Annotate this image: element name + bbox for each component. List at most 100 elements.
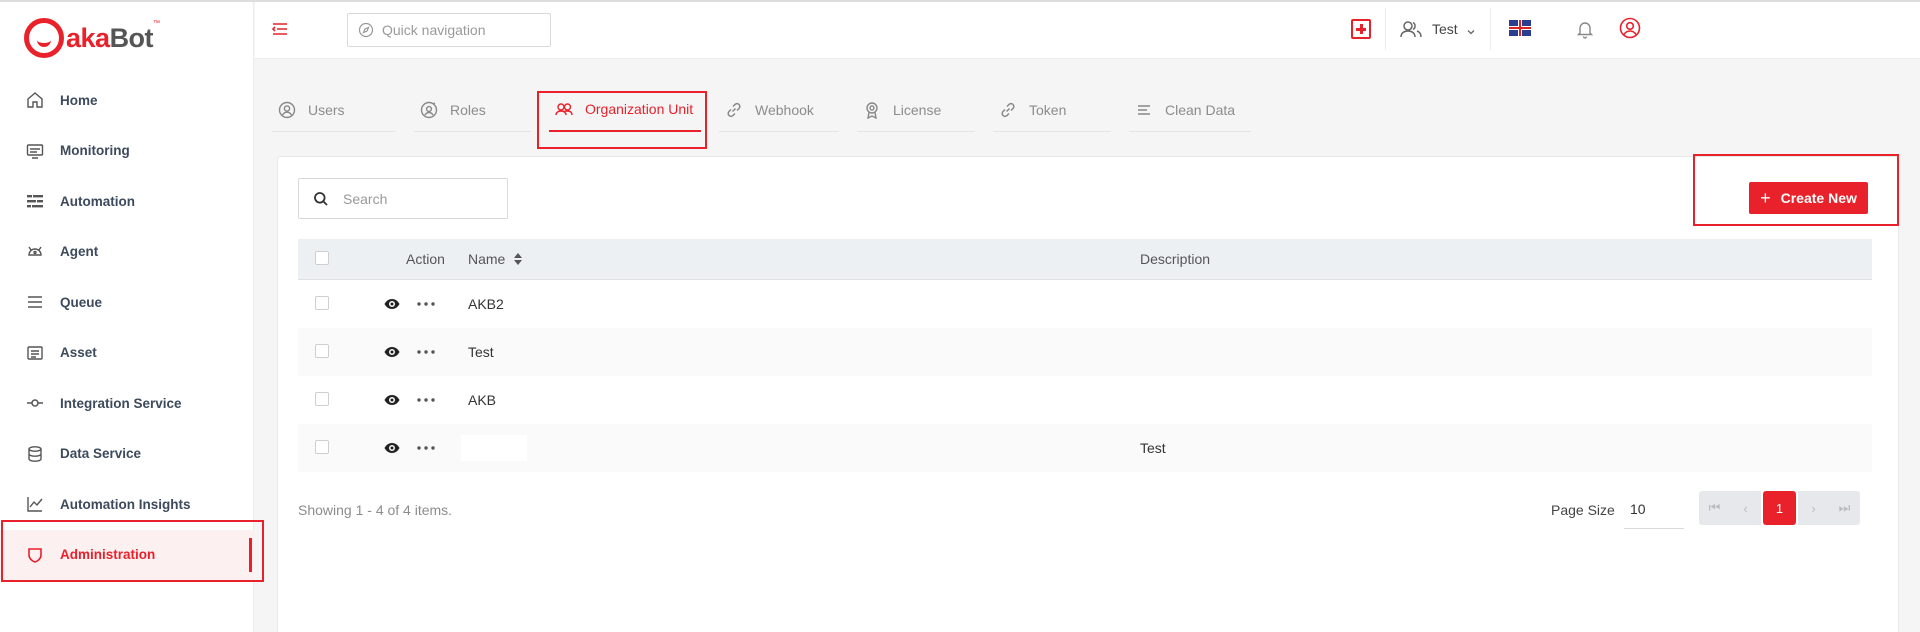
chart-icon [26, 495, 44, 513]
page-size-label: Page Size [1551, 502, 1615, 518]
tab-webhook[interactable]: Webhook [719, 88, 839, 132]
sidebar-item-label: Queue [60, 294, 103, 310]
sidebar-item-automation-insights[interactable]: Automation Insights [0, 479, 254, 530]
sidebar-item-label: Asset [60, 345, 97, 361]
tab-label: Clean Data [1165, 101, 1236, 118]
divider [1490, 8, 1491, 50]
sidebar-item-home[interactable]: Home [0, 75, 254, 126]
user-menu[interactable]: Test [1400, 16, 1476, 42]
column-name-label: Name [468, 251, 506, 267]
more-options-icon[interactable] [416, 392, 436, 408]
divider [1385, 8, 1386, 50]
user-icon [278, 101, 296, 119]
sidebar-item-monitoring[interactable]: Monitoring [0, 126, 254, 177]
row-checkbox[interactable] [315, 439, 329, 454]
redacted-name [461, 435, 527, 461]
sort-icon[interactable] [513, 252, 523, 266]
topbar [255, 2, 1920, 59]
menu-toggle-icon[interactable] [271, 20, 289, 38]
pagination: ⏮ ‹ 1 › ⏭ [1699, 491, 1860, 525]
sidebar-item-automation[interactable]: Automation [0, 176, 254, 227]
cell-name: AKB2 [468, 296, 504, 312]
compass-icon [358, 22, 374, 38]
sidebar-item-integration-service[interactable]: Integration Service [0, 378, 254, 429]
tab-organization-unit[interactable]: Organization Unit [549, 88, 701, 132]
org-unit-icon [555, 100, 573, 118]
last-page-icon[interactable]: ⏭ [1829, 491, 1860, 525]
quick-navigation-input[interactable] [382, 22, 542, 38]
table-row: AKB [298, 376, 1872, 424]
tab-users[interactable]: Users [272, 88, 396, 132]
select-all-checkbox[interactable] [315, 250, 329, 265]
search-box[interactable] [298, 178, 508, 219]
organization-unit-table: Action Name Description AKB2 Test AKB Te… [298, 239, 1872, 472]
more-options-icon[interactable] [416, 344, 436, 360]
database-icon [26, 445, 44, 463]
more-options-icon[interactable] [416, 296, 436, 312]
cell-description: Test [1140, 440, 1166, 456]
tab-token[interactable]: Token [993, 88, 1111, 132]
sidebar: akaBot ™ Home Monitoring Automation Agen… [0, 0, 254, 632]
next-page-icon[interactable]: › [1798, 491, 1829, 525]
user-name: Test [1432, 21, 1458, 37]
column-name[interactable]: Name [468, 251, 1140, 267]
first-page-icon[interactable]: ⏮ [1699, 491, 1730, 525]
quick-navigation[interactable] [347, 13, 551, 47]
tab-roles[interactable]: Roles [414, 88, 531, 132]
monitor-icon [26, 142, 44, 160]
table-row: Test [298, 424, 1872, 472]
user-avatar-icon[interactable] [1619, 17, 1641, 39]
link-icon [725, 101, 743, 119]
view-eye-icon[interactable] [384, 392, 400, 408]
view-eye-icon[interactable] [384, 296, 400, 312]
sidebar-item-label: Integration Service [60, 395, 182, 411]
roles-icon [420, 101, 438, 119]
showing-info: Showing 1 - 4 of 4 items. [298, 502, 453, 518]
search-input[interactable] [343, 190, 503, 207]
table-row: AKB2 [298, 280, 1872, 328]
uk-flag-icon[interactable] [1509, 20, 1531, 36]
tab-license[interactable]: License [857, 88, 975, 132]
more-options-icon[interactable] [416, 440, 436, 456]
automation-icon [26, 192, 44, 210]
logo-mark-icon [24, 18, 64, 58]
tab-label: License [893, 101, 942, 118]
chevron-down-icon [1466, 24, 1476, 35]
view-eye-icon[interactable] [384, 344, 400, 360]
tab-label: Roles [450, 101, 486, 118]
sidebar-item-label: Automation Insights [60, 496, 191, 512]
tab-clean-data[interactable]: Clean Data [1129, 88, 1251, 132]
page-size-input[interactable]: 10 [1624, 491, 1684, 529]
sidebar-item-label: Monitoring [60, 143, 130, 159]
sidebar-item-data-service[interactable]: Data Service [0, 429, 254, 480]
users-icon [1400, 18, 1422, 40]
row-checkbox[interactable] [315, 391, 329, 406]
agent-icon [26, 243, 44, 261]
bell-icon[interactable] [1575, 19, 1595, 39]
sidebar-item-label: Home [60, 92, 98, 108]
table-header: Action Name Description [298, 239, 1872, 280]
create-new-button[interactable]: + Create New [1749, 182, 1868, 214]
home-icon [26, 91, 44, 109]
cell-name [461, 435, 1140, 461]
create-new-label: Create New [1780, 190, 1857, 206]
view-eye-icon[interactable] [384, 440, 400, 456]
license-icon [863, 101, 881, 119]
sidebar-item-queue[interactable]: Queue [0, 277, 254, 328]
table-row: Test [298, 328, 1872, 376]
logo-trademark: ™ [153, 20, 161, 27]
akabot-logo[interactable]: akaBot ™ [24, 16, 160, 60]
sidebar-item-agent[interactable]: Agent [0, 227, 254, 278]
sidebar-item-administration[interactable]: Administration [0, 529, 254, 580]
asset-icon [26, 344, 44, 362]
sidebar-item-label: Automation [60, 193, 135, 209]
prev-page-icon[interactable]: ‹ [1730, 491, 1761, 525]
search-icon [313, 191, 329, 207]
add-icon[interactable] [1351, 19, 1371, 39]
tab-label: Webhook [755, 101, 814, 118]
page-number[interactable]: 1 [1763, 491, 1796, 525]
sidebar-item-asset[interactable]: Asset [0, 328, 254, 379]
row-checkbox[interactable] [315, 343, 329, 358]
tab-label: Organization Unit [585, 101, 694, 117]
row-checkbox[interactable] [315, 295, 329, 310]
